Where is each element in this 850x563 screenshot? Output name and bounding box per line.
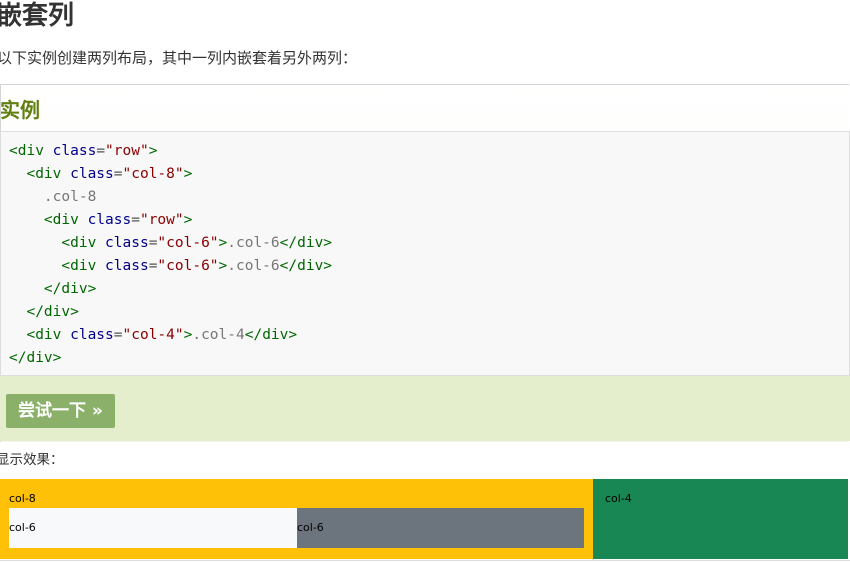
code-line: .col-8 bbox=[9, 186, 849, 209]
code-line: </div> bbox=[9, 301, 849, 324]
code-token-str: "col-8" bbox=[122, 166, 184, 182]
code-token-text: .col-4 bbox=[192, 327, 245, 343]
col-8-label: col-8 bbox=[9, 492, 36, 505]
demo-col-6-second: col-6 bbox=[297, 508, 584, 548]
code-token-attr: class bbox=[87, 212, 132, 228]
code-line: <div class="col-6">.col-6</div> bbox=[9, 232, 849, 255]
page-title: 嵌套列 bbox=[0, 1, 75, 31]
code-token-tag: </div> bbox=[279, 258, 333, 274]
result-label: 显示效果： bbox=[0, 452, 64, 468]
code-token-text: .col-6 bbox=[227, 235, 280, 251]
code-token-attr: class bbox=[52, 143, 97, 159]
code-token-str: "col-6" bbox=[157, 258, 219, 274]
code-line: </div> bbox=[9, 347, 849, 370]
code-token-tag: > bbox=[218, 258, 228, 274]
code-token-eq: = bbox=[113, 166, 123, 182]
code-block[interactable]: <div class="row"> <div class="col-8"> .c… bbox=[0, 131, 850, 376]
code-token-tag: <div bbox=[9, 166, 71, 182]
code-token-eq: = bbox=[113, 327, 123, 343]
code-line: <div class="col-4">.col-4</div> bbox=[9, 324, 849, 347]
code-token-tag: <div bbox=[9, 258, 106, 274]
code-token-attr: class bbox=[70, 166, 114, 182]
code-token-str: "col-6" bbox=[157, 235, 219, 251]
code-token-text: .col-8 bbox=[9, 189, 97, 205]
code-token-attr: class bbox=[105, 258, 149, 274]
code-token-tag: </div> bbox=[279, 235, 333, 251]
code-line: <div class="row"> bbox=[9, 140, 849, 163]
code-token-tag: <div bbox=[9, 212, 88, 228]
col-4-label: col-4 bbox=[605, 492, 632, 505]
code-token-tag: </div> bbox=[9, 350, 62, 366]
col-6-first-label: col-6 bbox=[9, 521, 36, 534]
code-line: <div class="col-6">.col-6</div> bbox=[9, 255, 849, 278]
code-token-str: "col-4" bbox=[122, 327, 184, 343]
demo-col-6-first: col-6 bbox=[9, 508, 297, 548]
code-token-eq: = bbox=[96, 143, 106, 159]
code-token-tag: > bbox=[148, 143, 158, 159]
code-token-tag: </div> bbox=[9, 304, 79, 320]
code-token-str: "row" bbox=[105, 143, 149, 159]
code-token-attr: class bbox=[105, 235, 149, 251]
col-6-second-label: col-6 bbox=[297, 521, 324, 534]
code-line: </div> bbox=[9, 278, 849, 301]
code-token-eq: = bbox=[131, 212, 140, 228]
code-token-attr: class bbox=[70, 327, 114, 343]
code-token-tag: > bbox=[218, 235, 228, 251]
divider bbox=[0, 560, 850, 561]
code-token-tag: </div> bbox=[9, 281, 97, 297]
try-it-button[interactable]: 尝试一下 » bbox=[6, 394, 115, 428]
demo-col-4: col-4 bbox=[593, 479, 848, 559]
code-line: <div class="row"> bbox=[9, 209, 849, 232]
code-token-tag: > bbox=[183, 212, 193, 228]
code-token-tag: <div bbox=[9, 235, 106, 251]
try-it-area: 尝试一下 » bbox=[0, 376, 850, 441]
code-token-tag: <div bbox=[9, 327, 71, 343]
code-token-tag: > bbox=[183, 166, 193, 182]
code-line: <div class="col-8"> bbox=[9, 163, 849, 186]
intro-text: 以下实例创建两列布局，其中一列内嵌套着另外两列： bbox=[0, 49, 358, 67]
code-token-str: "row" bbox=[139, 212, 184, 228]
example-title: 实例 bbox=[0, 98, 40, 122]
code-token-tag: </div> bbox=[244, 327, 298, 343]
code-token-tag: <div bbox=[9, 143, 53, 159]
code-token-text: .col-6 bbox=[227, 258, 280, 274]
